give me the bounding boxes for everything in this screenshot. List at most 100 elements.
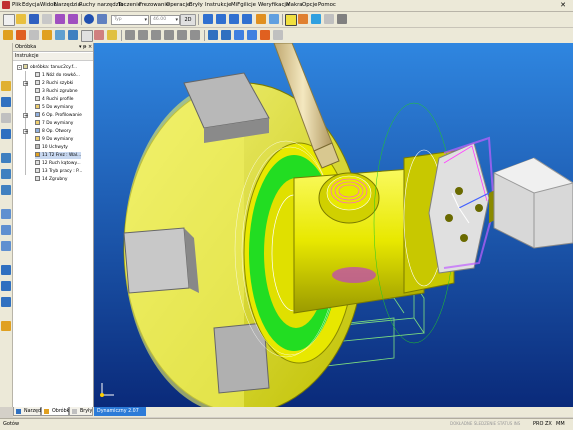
- menu-instructions[interactable]: Instrukcje: [205, 2, 231, 8]
- expand-toggle-icon[interactable]: +: [23, 81, 28, 87]
- verify-icon[interactable]: [208, 30, 218, 40]
- tool-list-icon[interactable]: [1, 81, 11, 91]
- select-arrow-icon[interactable]: [285, 14, 297, 26]
- save-icon[interactable]: [29, 14, 39, 24]
- line-icon[interactable]: [1, 129, 11, 139]
- menu-verification[interactable]: Weryfikacja: [258, 2, 289, 8]
- tree-item[interactable]: 4 Ruchi profile: [35, 96, 74, 103]
- tree-item[interactable]: 10 Uchwyty: [35, 144, 68, 151]
- tree-item-selected[interactable]: 11 T2 Frez : Wal...: [35, 152, 82, 159]
- tree-item[interactable]: 8 Op. Otwory: [35, 128, 71, 135]
- fillet-icon[interactable]: [1, 297, 11, 307]
- redo-icon[interactable]: [68, 14, 78, 24]
- contour-icon[interactable]: [68, 30, 78, 40]
- tree-item[interactable]: 1 Nóż do rowkó...: [35, 72, 80, 79]
- stock-icon[interactable]: [94, 30, 104, 40]
- fast-forward-icon[interactable]: [190, 30, 200, 40]
- zoom-out-icon[interactable]: [229, 14, 239, 24]
- swap-icon: [35, 104, 40, 109]
- expand-toggle-icon[interactable]: +: [23, 129, 28, 135]
- step-back-icon[interactable]: [125, 30, 135, 40]
- simulate-icon[interactable]: [221, 30, 231, 40]
- fixture-icon[interactable]: [107, 30, 117, 40]
- menu-macros[interactable]: Makra: [286, 2, 303, 8]
- polygon-icon[interactable]: [1, 225, 11, 235]
- play-icon[interactable]: [164, 30, 174, 40]
- shaded-view-icon[interactable]: [234, 30, 244, 40]
- type-select[interactable]: Typ: [111, 15, 149, 25]
- tree-item[interactable]: 9 Do wymiany: [35, 136, 73, 143]
- axis-icon[interactable]: [337, 14, 347, 24]
- menu-file[interactable]: Plik: [12, 2, 21, 8]
- pan-icon[interactable]: [269, 14, 279, 24]
- menu-turning[interactable]: Toczenie: [118, 2, 141, 8]
- menu-help[interactable]: Pomoc: [318, 2, 336, 8]
- extend-icon[interactable]: [1, 281, 11, 291]
- zoom-in-icon[interactable]: [216, 14, 226, 24]
- view-2d-button[interactable]: 2D: [180, 14, 196, 26]
- tree-item[interactable]: 7 Do wymiany: [35, 120, 73, 127]
- close-icon[interactable]: ✕: [559, 1, 567, 9]
- spline-icon[interactable]: [1, 185, 11, 195]
- expand-toggle-icon[interactable]: -: [17, 65, 22, 71]
- menu-tools[interactable]: Narzędzia: [54, 2, 81, 8]
- open-folder-icon[interactable]: [16, 14, 26, 24]
- pencil-icon[interactable]: [1, 321, 11, 331]
- 3d-viewport[interactable]: [94, 43, 573, 407]
- size-select[interactable]: 46.00: [150, 15, 180, 25]
- lathe-icon[interactable]: [16, 30, 26, 40]
- help-pointer-icon[interactable]: [97, 14, 107, 24]
- stop-icon[interactable]: [151, 30, 161, 40]
- rotate-icon[interactable]: [256, 14, 266, 24]
- panel-pin-icon[interactable]: ▾ ᵽ ×: [79, 43, 92, 52]
- arc-icon[interactable]: [1, 153, 11, 163]
- rectangle-icon[interactable]: [1, 209, 11, 219]
- expand-toggle-icon[interactable]: +: [23, 113, 28, 119]
- mill-icon[interactable]: [42, 30, 52, 40]
- view-icon[interactable]: [311, 14, 321, 24]
- tree-item[interactable]: 2 Ruchi szybki: [35, 80, 73, 87]
- menu-tool-moves[interactable]: Ruchy narzędzia: [79, 2, 123, 8]
- turning-tool-icon[interactable]: [3, 30, 13, 40]
- circle-icon[interactable]: [1, 169, 11, 179]
- cursor-icon[interactable]: [1, 97, 11, 107]
- measure-icon[interactable]: [298, 14, 308, 24]
- tab-machining[interactable]: Obróbka: [41, 407, 72, 416]
- menu-options[interactable]: Opcje: [302, 2, 317, 8]
- step-forward-icon[interactable]: [177, 30, 187, 40]
- tab-solids[interactable]: Bryły: [69, 407, 93, 416]
- cut-view-icon[interactable]: [260, 30, 270, 40]
- tab-dynamic-view[interactable]: Dynamiczny 2.07: [94, 407, 146, 416]
- menu-solids[interactable]: Bryły: [189, 2, 203, 8]
- menu-milling[interactable]: Frezowanie: [139, 2, 169, 8]
- zoom-fit-icon[interactable]: [242, 14, 252, 24]
- new-file-icon[interactable]: [3, 14, 15, 26]
- offset-icon[interactable]: [1, 241, 11, 251]
- path-icon[interactable]: [55, 30, 65, 40]
- tree-item[interactable]: 6 Op. Profilowanie: [35, 112, 82, 119]
- undo-icon[interactable]: [55, 14, 65, 24]
- print-icon[interactable]: [42, 14, 52, 24]
- point-icon[interactable]: [1, 113, 11, 123]
- tree-item[interactable]: 3 Ruchi zgrubne: [35, 88, 78, 95]
- app-icon[interactable]: [2, 1, 10, 9]
- options-icon[interactable]: [273, 30, 283, 40]
- menu-mifgilicje[interactable]: MiFgilicje: [231, 2, 256, 8]
- info-icon[interactable]: [84, 14, 94, 24]
- table-icon[interactable]: [81, 30, 93, 42]
- toolbar-main: Typ 46.00 2D: [0, 12, 573, 28]
- settings-icon[interactable]: [324, 14, 334, 24]
- tree-item[interactable]: 5 Do wymiany: [35, 104, 73, 111]
- wireframe-view-icon[interactable]: [247, 30, 257, 40]
- tree-item[interactable]: 13 Tryb pracy : P...: [35, 168, 82, 175]
- zoom-icon[interactable]: [203, 14, 213, 24]
- tree-root[interactable]: obróbka: tanuc2cy.f...: [23, 64, 77, 71]
- menu-edit[interactable]: Edycja: [22, 2, 40, 8]
- tab-tool[interactable]: Narzędzie: [13, 407, 48, 416]
- menu-operations[interactable]: Operacje: [166, 2, 190, 8]
- drill-icon[interactable]: [29, 30, 39, 40]
- play-back-icon[interactable]: [138, 30, 148, 40]
- tree-item[interactable]: 14 Zgrubny: [35, 176, 68, 183]
- tree-item[interactable]: 12 Ruch kątowy...: [35, 160, 81, 167]
- trim-icon[interactable]: [1, 265, 11, 275]
